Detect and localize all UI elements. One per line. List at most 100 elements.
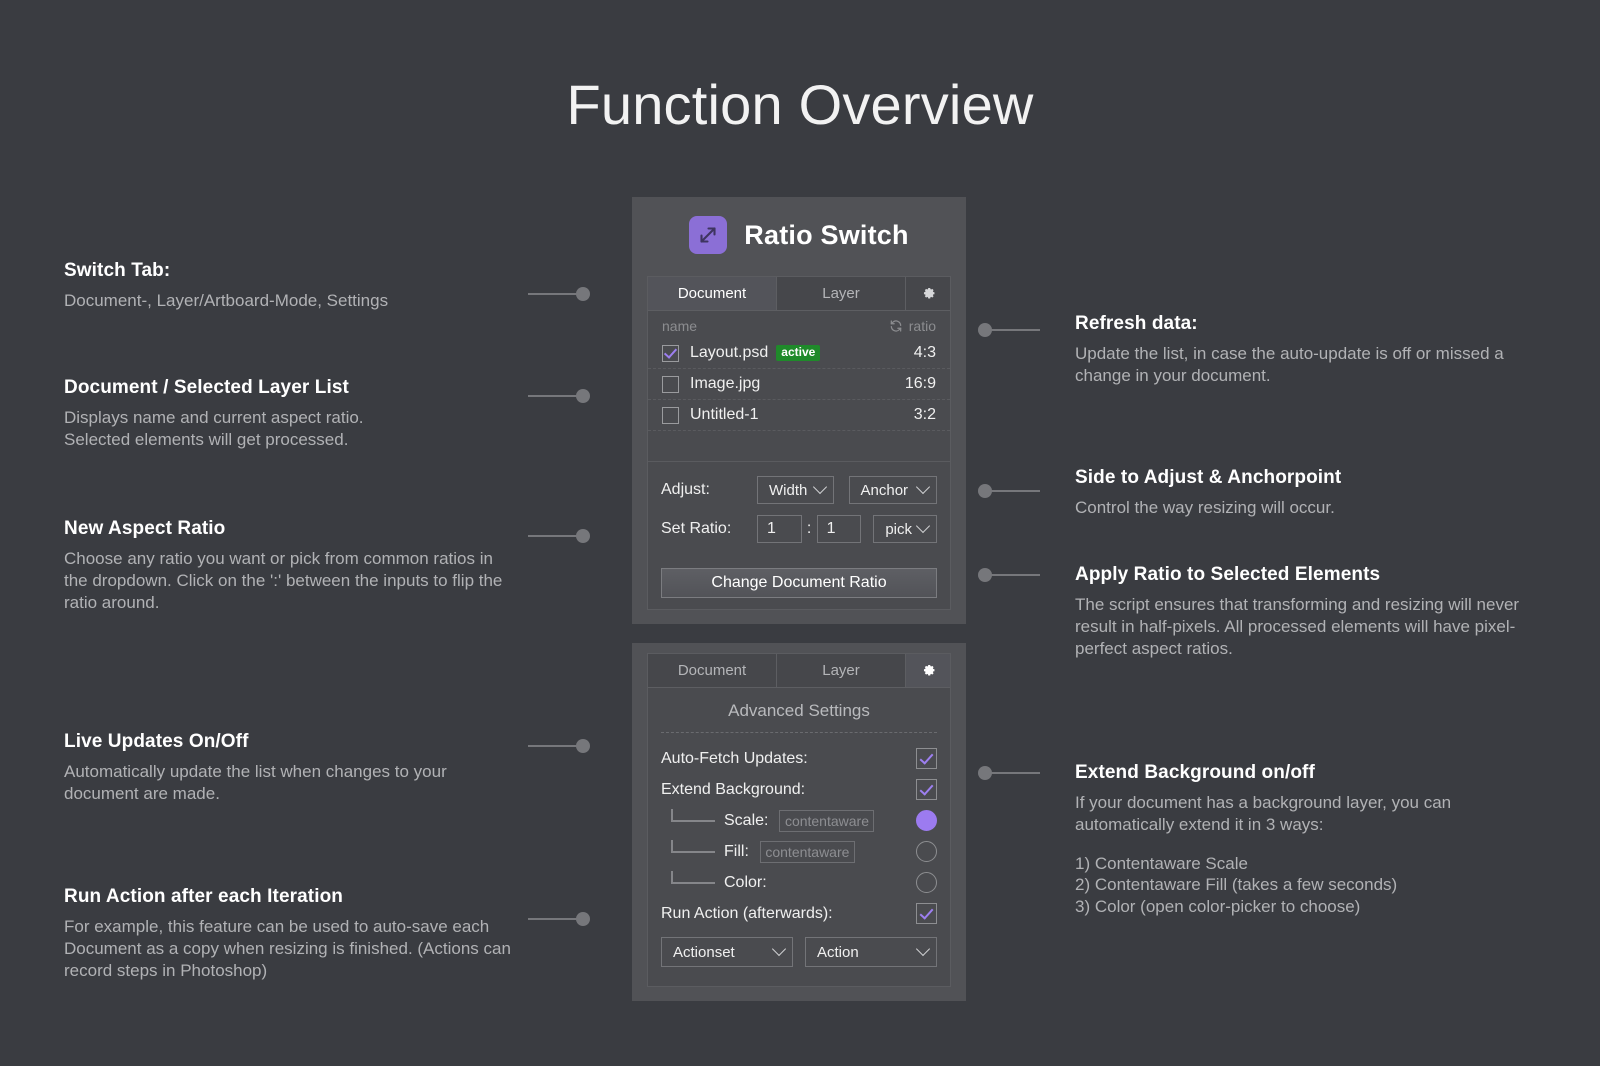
chevron-down-icon	[916, 480, 930, 494]
tab-layer[interactable]: Layer	[777, 277, 906, 310]
advanced-settings-heading: Advanced Settings	[648, 688, 950, 732]
row-ratio: 16:9	[905, 375, 936, 393]
annotation-switch-tab: Switch Tab: Document-, Layer/Artboard-Mo…	[64, 260, 519, 312]
annotation-body: Control the way resizing will occur.	[1075, 497, 1525, 519]
tab-settings[interactable]	[906, 277, 950, 310]
fill-label: Fill:	[724, 843, 749, 861]
scale-radio[interactable]	[916, 810, 937, 831]
scale-mode-value: contentaware	[779, 810, 874, 832]
annotation-live-updates: Live Updates On/Off Automatically update…	[64, 731, 519, 805]
row-checkbox[interactable]	[662, 345, 679, 362]
list-header-name: name	[662, 318, 697, 334]
color-radio[interactable]	[916, 872, 937, 893]
annotation-document-list: Document / Selected Layer List Displays …	[64, 377, 519, 451]
table-row[interactable]: Image.jpg 16:9	[648, 369, 950, 400]
list-header: name ratio	[648, 311, 950, 338]
row-ratio: 4:3	[914, 344, 936, 362]
list-header-ratio: ratio	[909, 318, 936, 334]
auto-fetch-updates-checkbox[interactable]	[916, 748, 937, 769]
annotation-title: Refresh data:	[1075, 313, 1525, 335]
ratio-height-input[interactable]: 1	[817, 515, 862, 543]
connector-side-to-adjust	[978, 484, 1040, 498]
annotation-body: If your document has a background layer,…	[1075, 792, 1525, 836]
ratio-preset-select[interactable]: pick	[873, 515, 937, 543]
settings-tabbar: Document Layer	[648, 654, 950, 688]
tab-layer[interactable]: Layer	[777, 654, 906, 687]
gear-icon	[920, 662, 937, 679]
tree-branch-icon	[671, 809, 715, 822]
adjust-side-select[interactable]: Width	[757, 476, 834, 504]
tab-document[interactable]: Document	[648, 277, 777, 310]
table-row[interactable]: Untitled-1 3:2	[648, 400, 950, 431]
annotation-refresh-data: Refresh data: Update the list, in case t…	[1075, 313, 1525, 387]
run-action-row: Run Action (afterwards):	[661, 898, 937, 929]
resize-diagonal-arrow-icon	[689, 216, 727, 254]
annotation-apply-ratio: Apply Ratio to Selected Elements The scr…	[1075, 564, 1525, 659]
panel-header: Ratio Switch	[632, 197, 966, 273]
extend-background-label: Extend Background:	[661, 781, 805, 799]
annotation-body: Displays name and current aspect ratio. …	[64, 407, 519, 451]
scale-label: Scale:	[724, 812, 768, 830]
extend-color-row: Color:	[661, 867, 937, 898]
refresh-icon[interactable]	[889, 319, 903, 333]
annotation-side-to-adjust: Side to Adjust & Anchorpoint Control the…	[1075, 467, 1525, 519]
tree-branch-icon	[671, 840, 715, 853]
ratio-switch-main-panel: Ratio Switch Document Layer name	[632, 197, 966, 624]
row-ratio: 3:2	[914, 406, 936, 424]
set-ratio-label: Set Ratio:	[661, 520, 757, 538]
run-action-label: Run Action (afterwards):	[661, 905, 833, 923]
extend-background-row: Extend Background:	[661, 774, 937, 805]
actionset-select[interactable]: Actionset	[661, 937, 793, 967]
row-name: Untitled-1	[690, 406, 758, 424]
fill-radio[interactable]	[916, 841, 937, 862]
auto-fetch-updates-label: Auto-Fetch Updates:	[661, 750, 808, 768]
actionset-value: Actionset	[673, 944, 735, 961]
tab-document[interactable]: Document	[648, 654, 777, 687]
tree-branch-icon	[671, 871, 715, 884]
ratio-width-input[interactable]: 1	[757, 515, 802, 543]
ratio-switch-settings-panel: Document Layer Advanced Settings Auto-Fe…	[632, 643, 966, 1001]
annotation-title: New Aspect Ratio	[64, 518, 514, 540]
annotation-extend-background: Extend Background on/off If your documen…	[1075, 762, 1525, 918]
adjust-side-value: Width	[769, 482, 807, 499]
set-ratio-row: Set Ratio: 1 : 1 pick	[661, 515, 937, 543]
tab-settings[interactable]	[906, 654, 950, 687]
annotation-title: Run Action after each Iteration	[64, 886, 524, 908]
settings-card: Document Layer Advanced Settings Auto-Fe…	[647, 653, 951, 987]
adjust-row: Adjust: Width Anchor	[661, 476, 937, 504]
annotation-run-action: Run Action after each Iteration For exam…	[64, 886, 524, 981]
annotation-body-list: 1) Contentaware Scale 2) Contentaware Fi…	[1075, 853, 1525, 918]
chevron-down-icon	[772, 942, 786, 956]
annotation-title: Switch Tab:	[64, 260, 519, 282]
annotation-body: For example, this feature can be used to…	[64, 916, 524, 981]
annotation-body: Automatically update the list when chang…	[64, 761, 519, 805]
annotation-title: Live Updates On/Off	[64, 731, 519, 753]
action-selects: Actionset Action	[648, 929, 950, 967]
fill-mode-value: contentaware	[760, 841, 855, 863]
anchorpoint-select[interactable]: Anchor	[849, 476, 937, 504]
color-label: Color:	[724, 874, 767, 892]
settings-options: Auto-Fetch Updates: Extend Background: S…	[648, 733, 950, 929]
connector-switch-tab	[528, 287, 590, 301]
ratio-flip-colon[interactable]: :	[802, 520, 817, 538]
run-action-checkbox[interactable]	[916, 903, 937, 924]
list-empty-space	[648, 431, 950, 461]
main-tabbar: Document Layer	[648, 277, 950, 311]
annotation-title: Side to Adjust & Anchorpoint	[1075, 467, 1525, 489]
connector-new-aspect-ratio	[528, 529, 590, 543]
page-title: Function Overview	[0, 72, 1600, 137]
chevron-down-icon	[916, 942, 930, 956]
change-document-ratio-button[interactable]: Change Document Ratio	[661, 568, 937, 598]
connector-refresh-data	[978, 323, 1040, 337]
annotation-body: The script ensures that transforming and…	[1075, 594, 1525, 659]
anchorpoint-value: Anchor	[861, 482, 909, 499]
extend-background-checkbox[interactable]	[916, 779, 937, 800]
extend-fill-row: Fill: contentaware	[661, 836, 937, 867]
table-row[interactable]: Layout.psd active 4:3	[648, 338, 950, 369]
row-checkbox[interactable]	[662, 376, 679, 393]
annotation-body: Document-, Layer/Artboard-Mode, Settings	[64, 290, 519, 312]
connector-document-list	[528, 389, 590, 403]
app-title: Ratio Switch	[744, 220, 908, 251]
row-checkbox[interactable]	[662, 407, 679, 424]
action-select[interactable]: Action	[805, 937, 937, 967]
